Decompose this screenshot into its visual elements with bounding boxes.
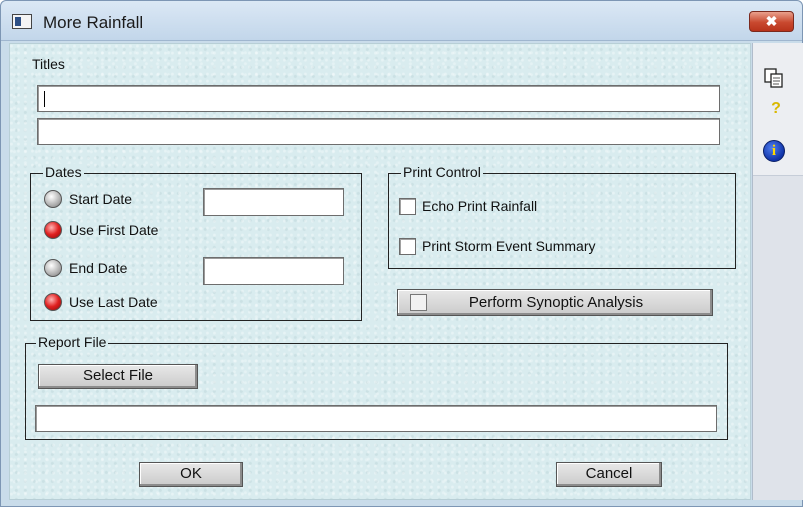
info-icon[interactable]: i — [763, 140, 785, 162]
copy-icon[interactable] — [763, 67, 785, 89]
title-line-1-input[interactable] — [37, 85, 720, 112]
start-date-radio[interactable] — [44, 190, 62, 208]
dialog-body: Titles Dates Start Date Use First Date E… — [9, 43, 751, 500]
help-icon[interactable]: ? — [769, 100, 783, 118]
end-date-radio[interactable] — [44, 259, 62, 277]
perform-synoptic-analysis-button[interactable]: Perform Synoptic Analysis — [397, 289, 713, 316]
report-file-group: Report File Select File — [25, 334, 728, 440]
report-file-path-input[interactable] — [35, 405, 717, 432]
dates-legend: Dates — [43, 164, 84, 180]
print-control-group: Print Control Echo Print Rainfall Print … — [388, 164, 736, 269]
report-file-legend: Report File — [36, 334, 109, 350]
start-date-input[interactable] — [203, 188, 344, 216]
title-bar[interactable]: More Rainfall ✖ — [1, 1, 802, 41]
title-line-2-input[interactable] — [37, 118, 720, 145]
window-title: More Rainfall — [43, 13, 144, 32]
cancel-button[interactable]: Cancel — [556, 462, 662, 487]
use-first-date-radio[interactable] — [44, 221, 62, 239]
perform-synoptic-analysis-label: Perform Synoptic Analysis — [468, 294, 644, 311]
end-date-input[interactable] — [203, 257, 344, 285]
use-first-date-label: Use First Date — [69, 222, 159, 238]
titles-label: Titles — [32, 56, 65, 72]
print-storm-event-summary-checkbox[interactable] — [399, 238, 416, 255]
start-date-label: Start Date — [69, 191, 133, 207]
dates-group: Dates Start Date Use First Date End Date… — [30, 164, 362, 321]
text-cursor — [44, 91, 45, 107]
ok-button[interactable]: OK — [139, 462, 243, 487]
side-toolbar: ? i — [752, 43, 803, 500]
echo-print-rainfall-checkbox[interactable] — [399, 198, 416, 215]
window-icon[interactable] — [12, 14, 32, 29]
echo-print-rainfall-label: Echo Print Rainfall — [422, 198, 538, 214]
end-date-label: End Date — [69, 260, 128, 276]
more-rainfall-dialog: More Rainfall ✖ Titles Dates Start Date … — [0, 0, 803, 507]
print-control-legend: Print Control — [401, 164, 483, 180]
use-last-date-label: Use Last Date — [69, 294, 158, 310]
close-button[interactable]: ✖ — [749, 11, 794, 32]
select-file-button[interactable]: Select File — [38, 364, 198, 389]
print-storm-event-summary-label: Print Storm Event Summary — [422, 238, 596, 254]
use-last-date-radio[interactable] — [44, 293, 62, 311]
